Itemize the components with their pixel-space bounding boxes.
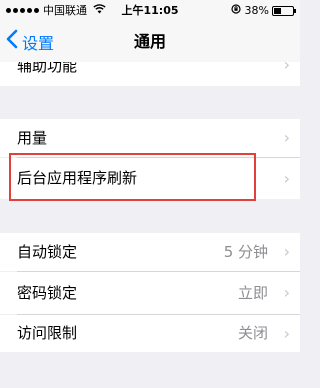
settings-general-screen: 中国联通 上午11:05 38% 设置 通用 辅助功能 › 用量 › 后台应用程… <box>0 0 300 388</box>
row-accessibility[interactable]: 辅助功能 › <box>0 62 300 86</box>
row-accessibility-label: 辅助功能 <box>17 62 78 75</box>
chevron-right-icon: › <box>283 128 290 147</box>
chevron-right-icon: › <box>283 62 290 74</box>
status-right: 38% <box>230 0 296 21</box>
battery-fill <box>274 7 281 14</box>
row-auto-lock-value: 5 分钟 <box>223 243 268 261</box>
row-auto-lock[interactable]: 自动锁定 5 分钟 › <box>0 233 300 271</box>
page-title: 通用 <box>133 32 166 51</box>
highlight-box <box>9 153 256 201</box>
row-passcode-lock[interactable]: 密码锁定 立即 › <box>0 272 300 314</box>
row-auto-lock-label: 自动锁定 <box>17 243 78 261</box>
battery-tip <box>294 8 296 13</box>
status-bar: 中国联通 上午11:05 38% <box>0 0 300 21</box>
chevron-right-icon: › <box>283 169 290 188</box>
navigation-bar: 设置 通用 <box>0 21 300 62</box>
row-restrictions-value: 关闭 <box>237 324 268 342</box>
chevron-right-icon: › <box>283 283 290 302</box>
battery-percent: 38% <box>244 4 269 17</box>
chevron-right-icon: › <box>283 324 290 343</box>
row-usage-label: 用量 <box>17 129 48 147</box>
chevron-right-icon: › <box>283 242 290 261</box>
row-passcode-label: 密码锁定 <box>17 284 78 302</box>
row-restrictions-label: 访问限制 <box>17 324 78 342</box>
orientation-lock-icon <box>230 0 241 21</box>
battery-icon <box>272 5 296 16</box>
row-passcode-value: 立即 <box>237 284 268 302</box>
row-restrictions[interactable]: 访问限制 关闭 › <box>0 315 300 352</box>
row-usage[interactable]: 用量 › <box>0 119 300 157</box>
